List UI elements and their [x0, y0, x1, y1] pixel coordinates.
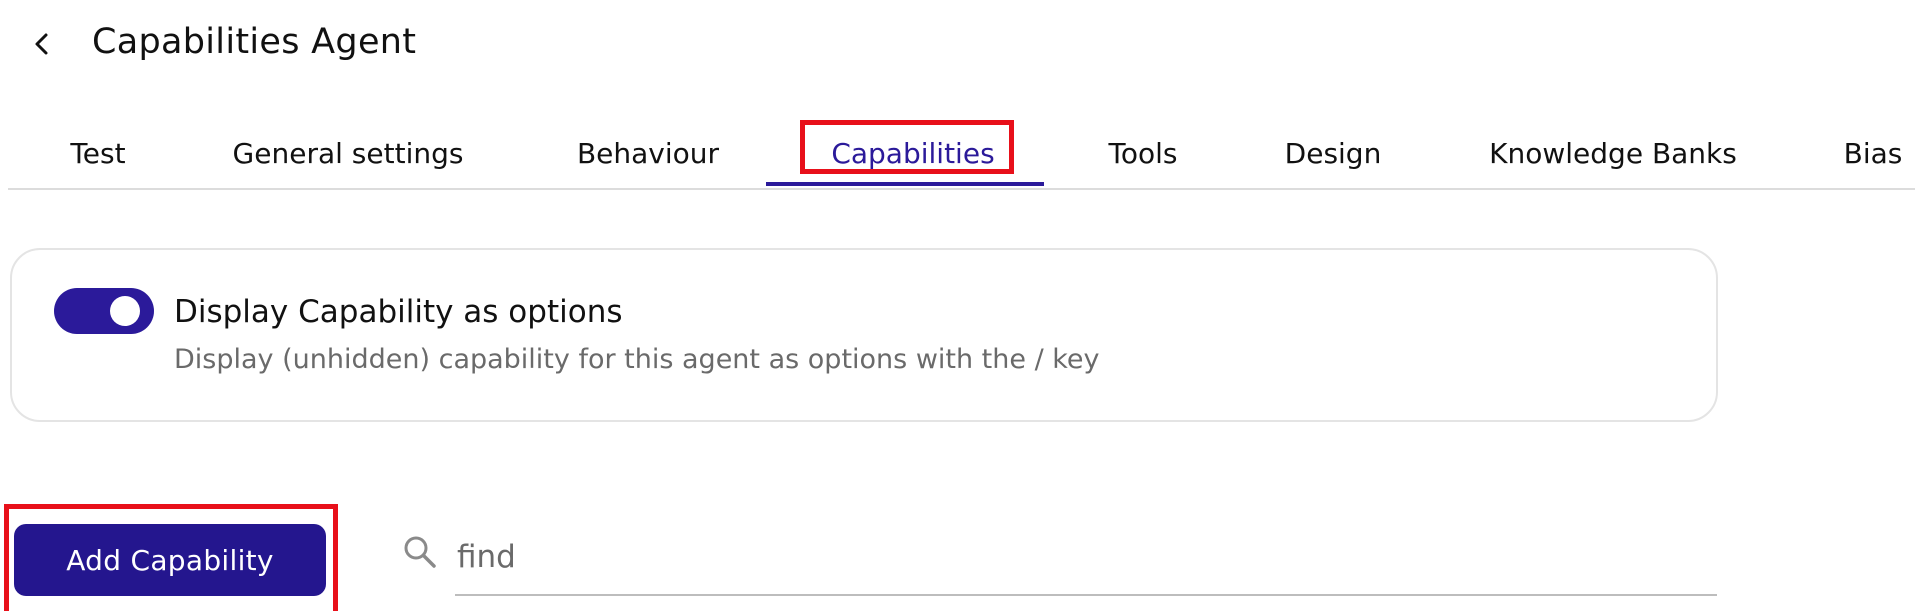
- toggle-knob: [110, 296, 140, 326]
- back-button[interactable]: [22, 24, 62, 64]
- capability-options-card: Display Capability as options Display (u…: [10, 248, 1718, 422]
- active-tab-indicator: [766, 182, 1044, 186]
- tab-behaviour[interactable]: Behaviour: [548, 118, 748, 188]
- page-title: Capabilities Agent: [92, 22, 417, 62]
- search-icon: [404, 536, 436, 568]
- tab-test[interactable]: Test: [48, 118, 148, 188]
- tab-bias[interactable]: Bias: [1828, 118, 1915, 188]
- option-title: Display Capability as options: [174, 294, 623, 330]
- search-input[interactable]: [455, 520, 1717, 596]
- display-capability-toggle[interactable]: [54, 288, 154, 334]
- tab-tools[interactable]: Tools: [1088, 118, 1198, 188]
- tab-design[interactable]: Design: [1263, 118, 1403, 188]
- page-header: Capabilities Agent: [0, 0, 1915, 90]
- tab-knowledge-banks[interactable]: Knowledge Banks: [1468, 118, 1758, 188]
- tab-general-settings[interactable]: General settings: [218, 118, 478, 188]
- chevron-left-icon: [35, 33, 48, 55]
- tab-bar: Test General settings Behaviour Capabili…: [8, 118, 1915, 190]
- tab-capabilities[interactable]: Capabilities: [798, 118, 1028, 188]
- add-capability-button[interactable]: Add Capability: [14, 524, 326, 596]
- option-description: Display (unhidden) capability for this a…: [174, 344, 1100, 375]
